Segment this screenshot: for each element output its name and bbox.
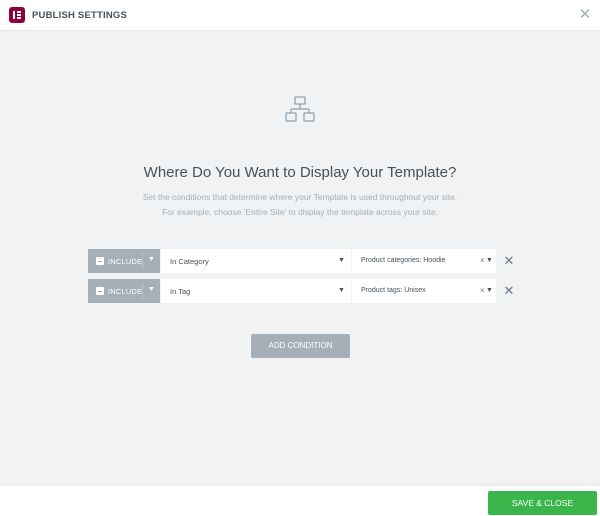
sitemap-icon bbox=[285, 96, 315, 122]
description-line-1: Set the conditions that determine where … bbox=[142, 192, 458, 202]
add-condition-button[interactable]: ADD CONDITION bbox=[251, 334, 350, 358]
condition-value: Product categories: Hoodie bbox=[361, 257, 446, 264]
chevron-down-icon: ▼ bbox=[338, 287, 345, 294]
clear-icon[interactable]: × bbox=[480, 286, 485, 295]
include-label: INCLUDE bbox=[108, 257, 143, 266]
condition-row: INCLUDE ▼ In Category ▼ Product categori… bbox=[88, 249, 518, 273]
chevron-down-icon: ▼ bbox=[486, 257, 493, 264]
rule-value: In Category bbox=[170, 257, 209, 266]
chevron-down-icon: ▼ bbox=[148, 286, 155, 293]
chevron-down-icon: ▼ bbox=[148, 256, 155, 263]
condition-rule-select[interactable]: In Category ▼ bbox=[161, 249, 351, 273]
condition-value: Product tags: Unisex bbox=[361, 287, 426, 294]
include-square-icon bbox=[96, 257, 104, 265]
clear-icon[interactable]: × bbox=[480, 256, 485, 265]
include-exclude-select[interactable]: INCLUDE ▼ bbox=[88, 249, 160, 273]
chevron-down-icon: ▼ bbox=[338, 257, 345, 264]
condition-rule-select[interactable]: In Tag ▼ bbox=[161, 279, 351, 303]
include-exclude-select[interactable]: INCLUDE ▼ bbox=[88, 279, 160, 303]
include-label: INCLUDE bbox=[108, 287, 143, 296]
page-heading: Where Do You Want to Display Your Templa… bbox=[143, 164, 457, 181]
remove-condition-icon[interactable]: ✕ bbox=[502, 253, 516, 269]
divider bbox=[142, 253, 143, 269]
rule-value: In Tag bbox=[170, 287, 191, 296]
dialog-title: PUBLISH SETTINGS bbox=[32, 10, 128, 21]
conditions-panel: Where Do You Want to Display Your Templa… bbox=[0, 31, 600, 485]
description-line-2: For example, choose 'Entire Site' to dis… bbox=[162, 207, 438, 217]
condition-row: INCLUDE ▼ In Tag ▼ Product tags: Unisex … bbox=[88, 279, 518, 303]
include-square-icon bbox=[96, 287, 104, 295]
dialog-footer: SAVE & CLOSE bbox=[0, 485, 600, 516]
remove-condition-icon[interactable]: ✕ bbox=[502, 283, 516, 299]
chevron-down-icon: ▼ bbox=[486, 287, 493, 294]
dialog-header: PUBLISH SETTINGS ✕ bbox=[0, 0, 600, 31]
save-close-button[interactable]: SAVE & CLOSE bbox=[488, 491, 597, 515]
close-icon[interactable]: ✕ bbox=[578, 7, 592, 23]
divider bbox=[142, 283, 143, 299]
condition-value-select[interactable]: Product tags: Unisex × ▼ bbox=[352, 279, 496, 303]
condition-value-select[interactable]: Product categories: Hoodie × ▼ bbox=[352, 249, 496, 273]
elementor-logo-icon bbox=[9, 7, 25, 23]
